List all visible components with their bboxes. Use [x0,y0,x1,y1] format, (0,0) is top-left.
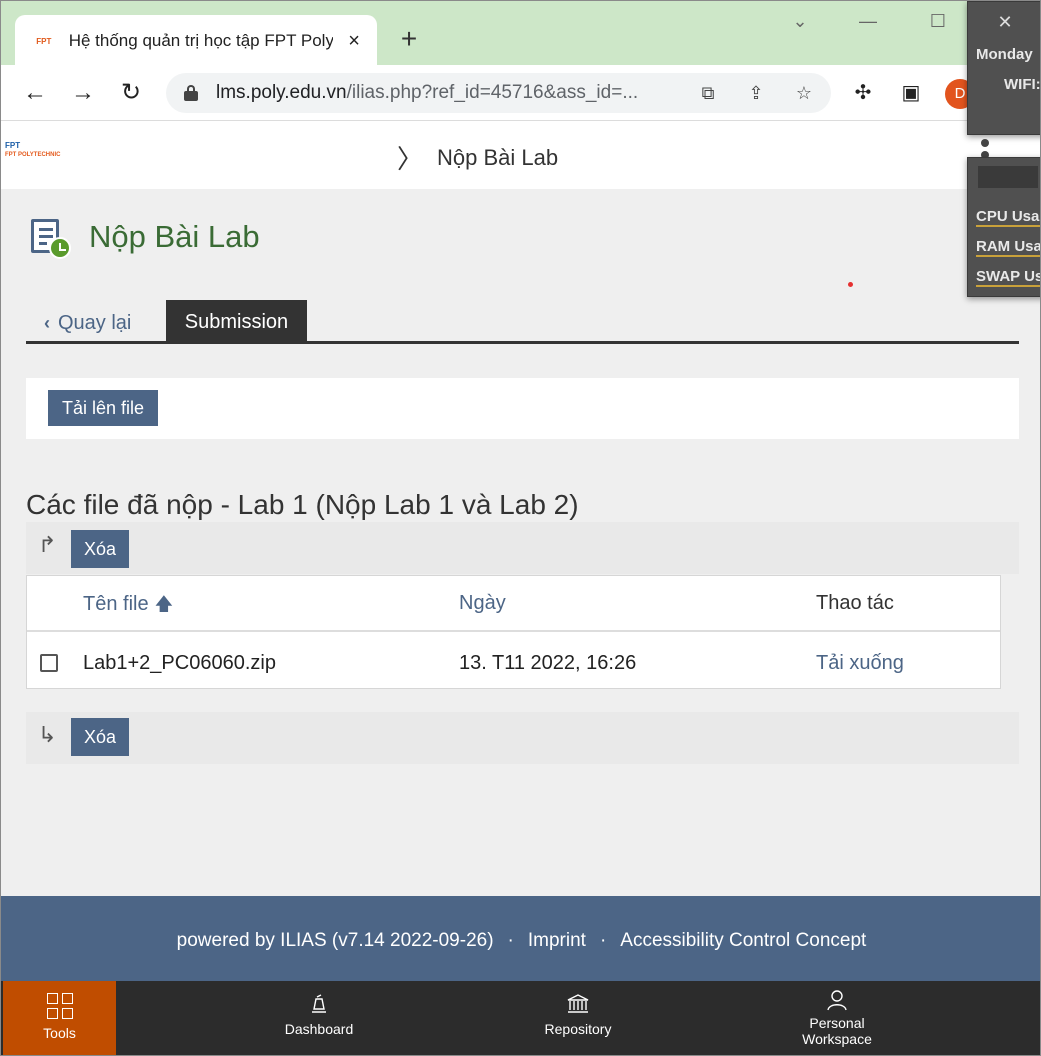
breadcrumb-chevron-icon: 〉 [397,144,424,174]
side-panel-icon[interactable]: ▣ [897,79,925,107]
widget-day: Monday [976,46,1033,63]
reload-icon[interactable]: ↻ [115,77,147,109]
breadcrumb-title[interactable]: Nộp Bài Lab [437,145,558,171]
nav-personal-label-line1: Personal [809,1015,865,1031]
footer: powered by ILIAS (v7.14 2022-09-26) · Impr… [1,896,1040,981]
cpu-usage-label: CPU Usag [976,208,1040,227]
back-tab[interactable]: ‹ Quay lại [44,312,131,335]
column-header-date[interactable]: Ngày [459,592,506,615]
forward-arrow-icon[interactable]: → [67,77,99,109]
grid-icon [46,993,73,1019]
system-monitor-widget-bottom: CPU Usag RAM Usag SWAP Us [967,157,1040,297]
fpt-polytechnic-logo[interactable]: FPT FPT POLYTECHNIC [5,141,65,167]
delete-button-top[interactable]: Xóa [71,530,129,568]
main-content: Nộp Bài Lab ‹ Quay lại Submission Tải lê… [1,189,1040,896]
footer-separator: · [599,930,607,951]
fpt-favicon-icon: FPT [36,36,52,46]
section-title: Các file đã nộp - Lab 1 (Nộp Lab 1 và La… [26,489,579,520]
close-window-icon[interactable]: ✕ [990,12,1020,33]
widget-dot [981,139,989,147]
delete-button-bottom[interactable]: Xóa [71,718,129,756]
row-checkbox[interactable] [40,654,58,672]
share-icon[interactable]: ⇪ [744,81,768,105]
upload-file-button[interactable]: Tải lên file [48,390,158,426]
translate-icon[interactable]: ⧉ [696,81,720,105]
tab-close-icon[interactable]: × [343,30,365,53]
red-dot [848,282,853,287]
nav-tools-label: Tools [43,1025,76,1041]
accessibility-link[interactable]: Accessibility Control Concept [620,930,866,951]
minimize-icon[interactable]: — [853,11,883,32]
sort-up-icon: 🡅 [154,594,174,614]
widget-wifi: WIFI: [1004,76,1041,93]
table-row: Lab1+2_PC06060.zip 13. T11 2022, 16:26 T… [27,634,1000,690]
system-monitor-widget-top: Monday WIFI: ✕ [967,1,1041,135]
page-header: FPT FPT POLYTECHNIC 〉 Nộp Bài Lab [1,121,1040,189]
nav-personal-label-line2: Workspace [802,1031,872,1047]
tab-strip: FPT Hệ thống quản trị học tập FPT Polyte… [1,1,1040,67]
files-table: Tên file 🡅 Ngày Thao tác Lab1+2_PC06060.z… [26,575,1001,689]
multi-actions-top: ↱ Xóa [26,522,1019,574]
address-bar[interactable]: lms.poly.edu.vn/ilias.php?ref_id=45716&a… [166,73,831,113]
column-header-filename[interactable]: Tên file 🡅 [83,592,173,622]
arrow-turn-right-icon: ↱ [38,532,57,557]
tab-submission[interactable]: Submission [166,300,307,341]
new-tab-button[interactable]: + [395,23,423,55]
download-link[interactable]: Tải xuống [816,652,904,675]
dashboard-icon [312,994,326,1013]
nav-dashboard-label: Dashboard [284,1021,354,1037]
powered-by-link[interactable]: powered by ILIAS (v7.14 2022-09-26) [177,930,494,951]
table-header: Tên file 🡅 Ngày Thao tác [27,576,1000,632]
browser-window: FPT Hệ thống quản trị học tập FPT Polyte… [0,0,1041,1056]
browser-toolbar: ← → ↻ lms.poly.edu.vn/ilias.php?ref_id=4… [1,65,1040,121]
file-date: 13. T11 2022, 16:26 [459,652,637,674]
column-header-actions: Thao tác [816,592,894,614]
tab-search-icon[interactable]: ⌄ [785,11,815,32]
nav-dashboard[interactable]: Dashboard [259,981,379,1055]
swap-usage-label: SWAP Us [976,268,1040,287]
url-text[interactable]: lms.poly.edu.vn/ilias.php?ref_id=45716&a… [216,82,678,104]
nav-repository-label: Repository [544,1021,612,1037]
chevron-left-icon: ‹ [44,313,50,333]
maximize-icon[interactable]: ☐ [923,11,953,32]
widget-header-bar [978,166,1038,188]
imprint-link[interactable]: Imprint [528,930,586,951]
arrow-turn-down-icon: ↳ [38,722,57,747]
bookmark-star-icon[interactable]: ☆ [792,81,816,105]
tabs-bar: ‹ Quay lại Submission [26,300,1019,344]
back-arrow-icon[interactable]: ← [19,77,51,109]
bottom-nav: Tools Dashboard Repository Personal Work… [1,981,1040,1055]
extensions-puzzle-icon[interactable]: ✣ [849,79,877,107]
browser-tab[interactable]: FPT Hệ thống quản trị học tập FPT Polyte… [15,15,377,67]
page-title: Nộp Bài Lab [89,219,260,254]
ram-usage-label: RAM Usag [976,238,1040,257]
nav-personal-workspace[interactable]: Personal Workspace [777,981,897,1055]
lock-icon[interactable] [184,85,198,101]
file-name: Lab1+2_PC06060.zip [83,652,276,674]
nav-tools[interactable]: Tools [3,981,116,1055]
user-icon [827,990,847,1011]
nav-repository[interactable]: Repository [518,981,638,1055]
assignment-icon [31,219,73,261]
repository-icon [567,994,589,1013]
multi-actions-bottom: ↳ Xóa [26,712,1019,764]
upload-panel: Tải lên file [26,378,1019,439]
tab-title: Hệ thống quản trị học tập FPT Polytechni… [68,31,334,50]
footer-separator: · [507,930,514,951]
back-tab-label: Quay lại [58,312,132,334]
